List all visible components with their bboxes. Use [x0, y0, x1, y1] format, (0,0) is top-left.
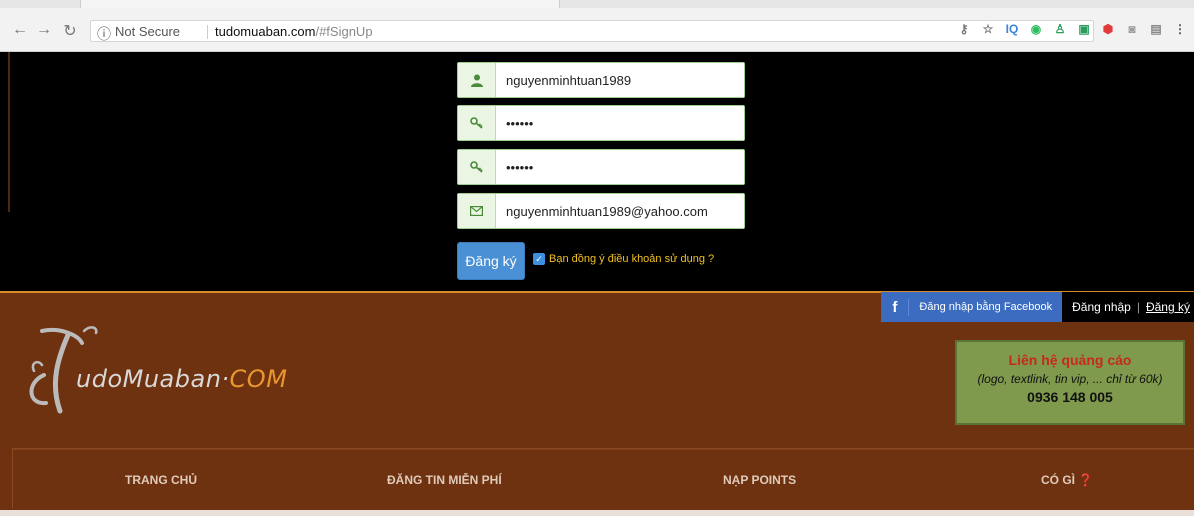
username-input[interactable]	[496, 63, 744, 97]
logo-text-main: udoMuaban·	[76, 365, 230, 393]
key-icon	[458, 150, 496, 184]
iq-extension-icon[interactable]: IQ	[1004, 21, 1020, 37]
address-bar[interactable]: ⓘ Not Secure tudomuaban.com/#fSignUp	[90, 20, 1094, 42]
security-label: Not Secure	[115, 24, 181, 39]
email-field	[457, 193, 745, 229]
reload-icon[interactable]: ↻	[60, 21, 80, 41]
main-menu: TRANG CHỦ ĐĂNG TIN MIỄN PHÍ NẠP POINTS C…	[12, 448, 1194, 508]
back-icon[interactable]: ←	[10, 21, 30, 39]
confirm-password-field	[457, 149, 745, 185]
menu-item-whats-new[interactable]: CÓ GÌ ❓	[1041, 473, 1093, 487]
key-icon	[458, 106, 496, 140]
envelope-icon	[458, 194, 496, 228]
key-icon[interactable]: ⚷	[956, 21, 972, 37]
url-path: /#fSignUp	[315, 24, 373, 39]
shield-extension-icon[interactable]: ⬢	[1100, 21, 1116, 37]
checkbox-checked-icon[interactable]: ✓	[533, 253, 545, 265]
save-extension-icon[interactable]: ▤	[1148, 21, 1164, 37]
login-separator: |	[1136, 300, 1140, 314]
camera-extension-icon[interactable]: ◙	[1124, 21, 1140, 37]
page-bottom-edge	[0, 510, 1194, 516]
login-link[interactable]: Đăng nhập	[1072, 300, 1131, 314]
facebook-login-label: Đăng nhập bằng Facebook	[919, 301, 1053, 313]
ad-title: Liên hệ quảng cáo	[1008, 352, 1132, 368]
ad-banner[interactable]: Liên hệ quảng cáo (logo, textlink, tin v…	[955, 340, 1185, 425]
terms-label: Bạn đồng ý điều khoản sử dụng ?	[549, 253, 715, 265]
password-input[interactable]	[496, 106, 744, 140]
username-field	[457, 62, 745, 98]
register-button[interactable]: Đăng ký	[457, 242, 525, 280]
register-link[interactable]: Đăng ký	[1146, 300, 1190, 314]
url-host: tudomuaban.com	[215, 24, 316, 39]
extension-icons: ⚷ ☆ IQ ◉ ♙ ▣ ⬢ ◙ ▤ ⋮	[956, 21, 1188, 37]
menu-kebab-icon[interactable]: ⋮	[1172, 21, 1188, 37]
bookmark-star-icon[interactable]: ☆	[980, 21, 996, 37]
logo-wordmark: udoMuaban·COM	[76, 365, 287, 393]
password-field	[457, 105, 745, 141]
forward-icon[interactable]: →	[34, 21, 54, 39]
facebook-login-button[interactable]: f Đăng nhập bằng Facebook	[881, 292, 1063, 322]
evernote-extension-icon[interactable]: ◉	[1028, 21, 1044, 37]
menu-item-post-free[interactable]: ĐĂNG TIN MIỄN PHÍ	[387, 473, 502, 487]
terms-agreement[interactable]: ✓ Bạn đồng ý điều khoản sử dụng ?	[533, 253, 714, 265]
person-extension-icon[interactable]: ♙	[1052, 21, 1068, 37]
url-divider	[207, 25, 208, 39]
info-icon[interactable]: ⓘ	[97, 24, 111, 44]
browser-toolbar: ← → ↻ ⓘ Not Secure tudomuaban.com/#fSign…	[0, 8, 1194, 52]
url-text: tudomuaban.com/#fSignUp	[215, 24, 373, 39]
panel-edge	[8, 52, 10, 212]
menu-item-home[interactable]: TRANG CHỦ	[125, 473, 197, 487]
email-input[interactable]	[496, 194, 744, 228]
ad-phone: 0936 148 005	[1027, 389, 1113, 405]
facebook-icon: f	[881, 298, 910, 316]
confirm-password-input[interactable]	[496, 150, 744, 184]
menu-item-top-up-points[interactable]: NẠP POINTS	[723, 473, 796, 487]
user-icon	[458, 63, 496, 97]
ad-subtitle: (logo, textlink, tin vip, ... chỉ từ 60k…	[977, 372, 1163, 386]
screen-extension-icon[interactable]: ▣	[1076, 21, 1092, 37]
login-strip: f Đăng nhập bằng Facebook Đăng nhập | Đă…	[881, 292, 1194, 322]
login-links: Đăng nhập | Đăng ký	[1062, 292, 1194, 322]
logo-text-suffix: COM	[229, 365, 288, 393]
